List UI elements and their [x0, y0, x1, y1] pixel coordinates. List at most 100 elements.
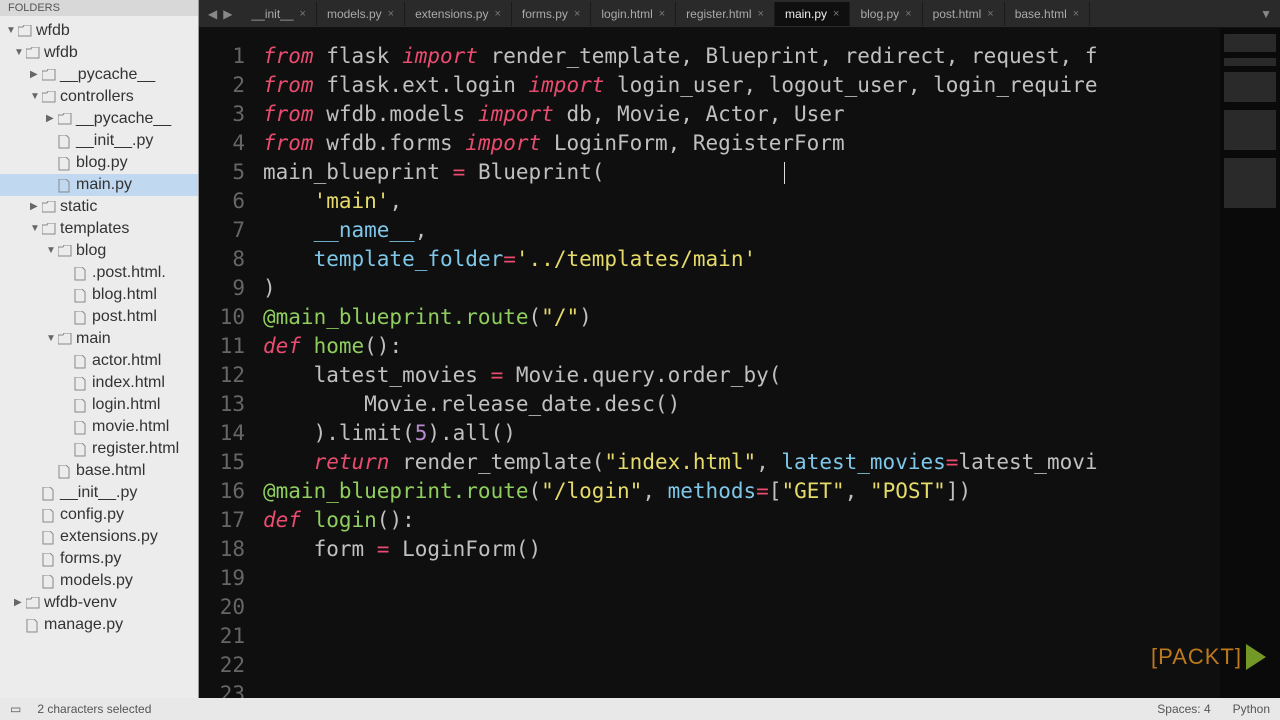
close-icon[interactable]: × [1073, 8, 1079, 20]
close-icon[interactable]: × [388, 8, 394, 20]
tab[interactable]: blog.py × [850, 2, 922, 26]
tree-folder[interactable]: ▼templates [0, 218, 198, 240]
tree-item-label: config.py [60, 505, 124, 525]
tree-file[interactable]: __init__.py [0, 130, 198, 152]
tree-folder[interactable]: ▶__pycache__ [0, 108, 198, 130]
tab[interactable]: forms.py× [512, 2, 591, 26]
tree-file[interactable]: blog.html [0, 284, 198, 306]
tree-file[interactable]: base.html [0, 460, 198, 482]
close-icon[interactable]: × [758, 8, 764, 20]
nav-forward-icon[interactable]: ▶ [220, 7, 235, 21]
tree-folder[interactable]: ▼blog [0, 240, 198, 262]
file-icon [74, 311, 88, 323]
tree-item-label: .post.html. [92, 263, 166, 283]
tab[interactable]: models.py × [317, 2, 405, 26]
tree-file[interactable]: forms.py [0, 548, 198, 570]
tab[interactable]: login.html× [591, 2, 676, 26]
caret-icon: ▶ [46, 113, 56, 126]
file-icon [74, 399, 88, 411]
tree-file[interactable]: actor.html [0, 350, 198, 372]
tree-file[interactable]: movie.html [0, 416, 198, 438]
line-gutter: 1234567891011121314151617181920212223 [199, 28, 255, 698]
tree-folder[interactable]: ▶ static [0, 196, 198, 218]
tab-bar: ◀ ▶ __init__×models.py×extensions.py×for… [199, 0, 1280, 28]
tab[interactable]: base.html× [1005, 2, 1090, 26]
close-icon[interactable]: × [987, 8, 993, 20]
caret-icon: ▼ [6, 25, 16, 38]
tab-label: models.py [327, 7, 382, 21]
tree-item-label: main.py [76, 175, 132, 195]
tree-folder[interactable]: ▼wfdb [0, 20, 198, 42]
tree-folder[interactable]: ▼wfdb [0, 42, 198, 64]
status-selection: 2 characters selected [37, 702, 151, 716]
file-icon [74, 355, 88, 367]
folder-icon [26, 597, 40, 609]
tree-file[interactable]: .post.html. [0, 262, 198, 284]
caret-icon: ▶ [30, 201, 40, 214]
tree-item-label: register.html [92, 439, 179, 459]
tree-file[interactable]: blog.py [0, 152, 198, 174]
tree-folder[interactable]: ▶__pycache__ [0, 64, 198, 86]
tree-file[interactable]: models.py [0, 570, 198, 592]
minimap[interactable] [1220, 28, 1280, 698]
tree-item-label: controllers [60, 87, 134, 107]
folder-sidebar: FOLDERS ▼wfdb▼wfdb▶__pycache__▼controlle… [0, 0, 199, 698]
tree-item-label: blog.html [92, 285, 157, 305]
close-icon[interactable]: × [905, 8, 911, 20]
tree-folder[interactable]: ▼controllers [0, 86, 198, 108]
file-icon [58, 465, 72, 477]
tree-folder[interactable]: ▶wfdb-venv [0, 592, 198, 614]
file-icon [26, 619, 40, 631]
close-icon[interactable]: × [494, 8, 500, 20]
file-icon [74, 289, 88, 301]
close-icon[interactable]: × [659, 8, 665, 20]
file-icon [58, 157, 72, 169]
file-icon [42, 509, 56, 521]
tree-file[interactable]: post.html [0, 306, 198, 328]
file-icon [58, 135, 72, 147]
tree-file[interactable]: login.html [0, 394, 198, 416]
tree-file[interactable]: __init__.py [0, 482, 198, 504]
code-area: 1234567891011121314151617181920212223 fr… [199, 28, 1280, 698]
close-icon[interactable]: × [574, 8, 580, 20]
tree-item-label: static [60, 197, 97, 217]
close-icon[interactable]: × [300, 8, 306, 20]
tree-item-label: login.html [92, 395, 160, 415]
tree-file[interactable]: register.html [0, 438, 198, 460]
tree-item-label: forms.py [60, 549, 121, 569]
tree-item-label: post.html [92, 307, 157, 327]
tree-item-label: manage.py [44, 615, 123, 635]
panel-switch-icon[interactable]: ▭ [10, 702, 21, 716]
tree-file[interactable]: config.py [0, 504, 198, 526]
tree-item-label: models.py [60, 571, 133, 591]
tab[interactable]: post.html × [923, 2, 1005, 26]
status-spaces[interactable]: Spaces: 4 [1157, 702, 1210, 716]
editor-pane: ◀ ▶ __init__×models.py×extensions.py×for… [199, 0, 1280, 698]
tab[interactable]: register.html× [676, 2, 775, 26]
tab[interactable]: main.py × [775, 2, 850, 26]
tree-file[interactable]: extensions.py [0, 526, 198, 548]
tab-label: main.py [785, 7, 827, 21]
tab-label: post.html [933, 7, 982, 21]
tab-label: __init__ [251, 7, 293, 21]
tab[interactable]: extensions.py× [405, 2, 512, 26]
tab-label: blog.py [860, 7, 899, 21]
tab[interactable]: __init__ × [241, 2, 316, 26]
file-icon [74, 443, 88, 455]
folder-icon [42, 201, 56, 213]
tree-item-label: __pycache__ [60, 65, 155, 85]
folder-icon [42, 69, 56, 81]
tree-item-label: blog.py [76, 153, 128, 173]
tree-folder[interactable]: ▼main [0, 328, 198, 350]
nav-back-icon[interactable]: ◀ [205, 7, 220, 21]
tree-file[interactable]: manage.py [0, 614, 198, 636]
close-icon[interactable]: × [833, 8, 839, 20]
tab-overflow-icon[interactable]: ▼ [1252, 7, 1280, 21]
play-icon [1246, 644, 1266, 670]
file-icon [42, 553, 56, 565]
tree-file[interactable]: main.py [0, 174, 198, 196]
status-syntax[interactable]: Python [1233, 702, 1270, 716]
code-content[interactable]: from flask import render_template, Bluep… [255, 28, 1220, 698]
tree-file[interactable]: index.html [0, 372, 198, 394]
file-icon [74, 267, 88, 279]
